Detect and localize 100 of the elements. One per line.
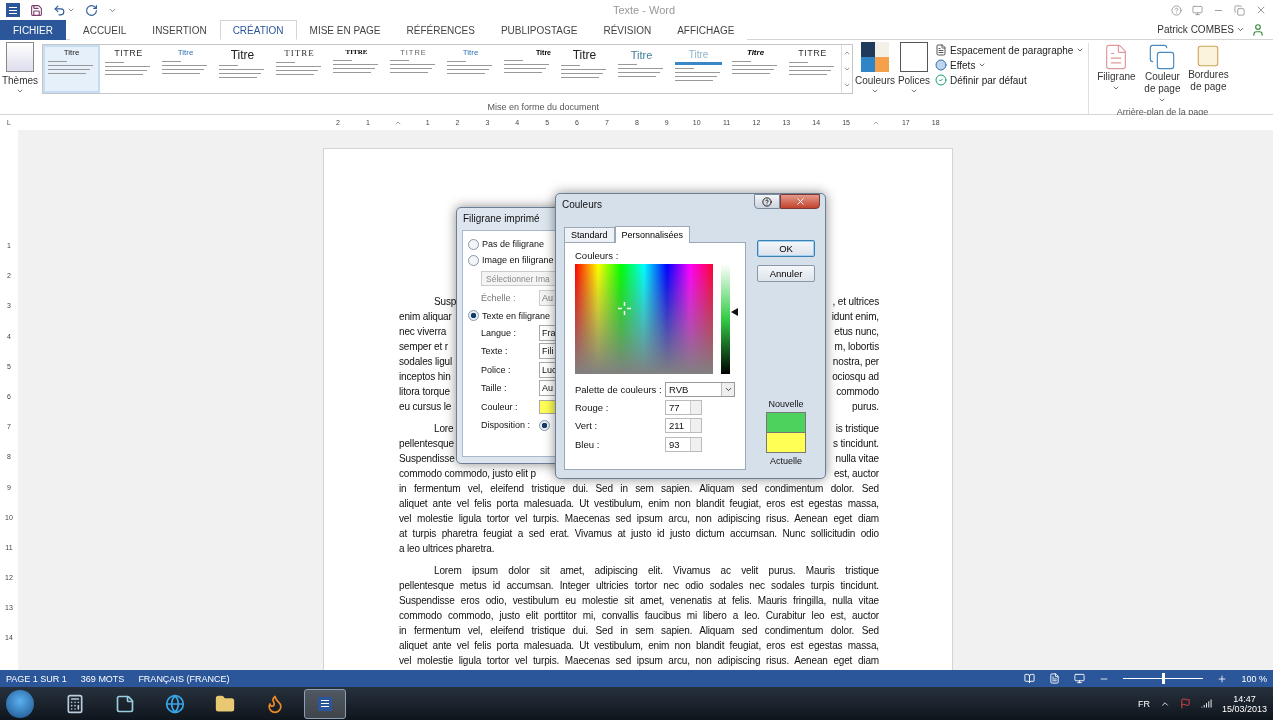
start-button[interactable] bbox=[6, 689, 34, 718]
page-background-button[interactable]: Bordures de page bbox=[1187, 43, 1230, 107]
taskbar-app-button[interactable] bbox=[304, 688, 346, 719]
slider-arrow-icon[interactable] bbox=[731, 307, 738, 316]
palette-select[interactable]: RVB bbox=[665, 382, 735, 397]
luminance-bar[interactable] bbox=[721, 264, 730, 374]
ribbon-tab[interactable]: FICHIER bbox=[0, 20, 66, 40]
radio-button[interactable] bbox=[468, 310, 479, 321]
ribbon-option-button[interactable]: Définir par défaut bbox=[935, 74, 1085, 86]
dialog-button[interactable]: Annuler bbox=[757, 265, 815, 282]
radio-label: Texte en filigrane bbox=[482, 310, 551, 321]
page-count[interactable]: PAGE 1 SUR 1 bbox=[6, 673, 67, 684]
page-background-button[interactable]: Couleur de page bbox=[1141, 43, 1184, 107]
zoom-in-icon[interactable] bbox=[1217, 673, 1228, 684]
more-icon[interactable] bbox=[843, 81, 851, 89]
radio-button[interactable] bbox=[539, 419, 550, 431]
scroll-down-icon[interactable] bbox=[843, 65, 851, 73]
color-spectrum[interactable] bbox=[575, 264, 713, 374]
new-color-label: Nouvelle bbox=[768, 399, 804, 409]
text-line: in fermentum vel, eleifend tristique dui. Sed in sem sapien. Aliquam sed condimentum dolor. Sed bbox=[399, 624, 879, 638]
text-line: aliquet ante vel felis porta malesuada. Ut vestibulum, enim non blandit feugiat, eros est egestas massa, bbox=[399, 497, 879, 511]
text-fragment: est, auctor bbox=[833, 467, 879, 481]
number-spinner[interactable]: 211 bbox=[665, 418, 702, 434]
text-fragment: commodo bbox=[836, 385, 879, 399]
dialog-title: Couleurs bbox=[561, 198, 604, 212]
word-count[interactable]: 369 MOTS bbox=[80, 673, 125, 684]
save-icon[interactable] bbox=[30, 3, 43, 17]
dialog-button[interactable]: OK bbox=[757, 240, 815, 257]
folder-icon bbox=[215, 693, 235, 714]
input-language[interactable]: FR bbox=[1137, 698, 1150, 709]
text-fragment: Lore bbox=[434, 422, 454, 436]
dialog-tab[interactable]: Personnalisées bbox=[614, 226, 691, 243]
radio-button[interactable] bbox=[468, 254, 479, 266]
circle-icon bbox=[935, 59, 947, 71]
print-layout-icon[interactable] bbox=[1049, 673, 1061, 684]
calculator-icon bbox=[65, 693, 85, 714]
field-label: Police : bbox=[481, 364, 512, 375]
network-icon[interactable] bbox=[1200, 698, 1212, 709]
text-fragment: etus nunc, bbox=[834, 325, 879, 339]
number-spinner[interactable]: 77 bbox=[665, 399, 702, 415]
radio-button[interactable] bbox=[468, 238, 479, 250]
text-fragment: purus. bbox=[852, 400, 879, 414]
zoom-level[interactable]: 100 % bbox=[1241, 673, 1267, 684]
text-fragment: enim aliquar bbox=[399, 310, 452, 324]
language-indicator[interactable]: FRANÇAIS (FRANCE) bbox=[138, 673, 230, 684]
scroll-up-icon[interactable] bbox=[843, 49, 851, 57]
web-layout-icon[interactable] bbox=[1074, 673, 1086, 684]
tab-selector[interactable]: L bbox=[0, 118, 18, 127]
account-button[interactable]: Patrick COMBES bbox=[1151, 20, 1251, 39]
text-line: at turpis pharetra feugiat a sed erat. Vivamus at justo id justo dictum accumsan. Nunc sollicitudin odio bbox=[399, 527, 879, 541]
text-fragment: Suspendisse bbox=[399, 452, 455, 466]
style-thumbnail[interactable]: Titre bbox=[43, 45, 100, 93]
note-icon bbox=[115, 693, 135, 714]
globe-icon bbox=[165, 693, 185, 714]
read-mode-icon[interactable] bbox=[1024, 673, 1036, 684]
flag-icon[interactable] bbox=[1179, 698, 1191, 709]
colors-label: Couleurs : bbox=[575, 250, 620, 261]
field-label: Échelle : bbox=[481, 293, 517, 304]
caret-icon bbox=[723, 385, 733, 394]
help-button[interactable] bbox=[754, 194, 780, 209]
text-fragment: Susp bbox=[434, 295, 457, 309]
ribbon-option-button[interactable]: Effets bbox=[935, 59, 1085, 71]
current-color-label: Actuelle bbox=[770, 456, 802, 466]
number-spinner[interactable]: 93 bbox=[665, 436, 702, 452]
ribbon-tab[interactable]: CRÉATION bbox=[219, 20, 297, 40]
field-label: Couleur : bbox=[481, 401, 519, 412]
flame-icon bbox=[265, 693, 285, 714]
caret-icon[interactable] bbox=[67, 6, 75, 14]
caret-icon bbox=[1236, 25, 1245, 34]
radio-label: Image en filigrane bbox=[482, 255, 554, 265]
text-line: Suspendisse eros odio, vestibulum eu molestie sit amet, venenatis at felis. Mauris fringilla, nulla vitae bbox=[399, 594, 879, 608]
redo-icon[interactable] bbox=[85, 3, 98, 17]
text-line: a leo ultrices pharetra. bbox=[399, 542, 496, 556]
field-label: Taille : bbox=[481, 383, 508, 394]
text-fragment: ociosqu ad bbox=[832, 370, 879, 384]
page-background-button[interactable]: Filigrane bbox=[1095, 43, 1138, 107]
colors-button[interactable]: Couleurs bbox=[857, 43, 893, 102]
themes-button[interactable]: Thèmes bbox=[2, 43, 38, 102]
clock[interactable]: 14:47 15/03/2013 bbox=[1221, 693, 1267, 714]
text-line: in fermentum vel, eleifend tristique dui. Sed in sem sapien. Aliquam sed condimentum dolor. Sed bbox=[399, 482, 879, 496]
text-line: Lorem ipsum dolor sit amet, adipiscing elit. Vivamus ac velit purus. Mauris tristique bbox=[434, 564, 879, 578]
text-fragment: is tristique bbox=[835, 422, 879, 436]
close-button[interactable] bbox=[780, 194, 820, 209]
text-fragment: litora torque bbox=[399, 385, 450, 399]
close-icon[interactable] bbox=[1255, 4, 1267, 16]
fonts-button[interactable]: Polices bbox=[897, 43, 931, 102]
channel-label: Rouge : bbox=[575, 401, 610, 413]
caret-icon bbox=[910, 87, 918, 95]
text-line: commodo commodo, justo elit porttitor mi, convallis faucibus mi libero a leo. Curabitur leo est, auctor bbox=[399, 609, 879, 623]
ribbon-option-button[interactable]: Espacement de paragraphe bbox=[935, 44, 1085, 56]
radio-label: Pas de filigrane bbox=[482, 239, 545, 249]
help-icon bbox=[762, 196, 772, 207]
undo-icon[interactable] bbox=[53, 3, 66, 17]
channel-label: Bleu : bbox=[575, 438, 601, 450]
dialog-tab[interactable]: Standard bbox=[564, 227, 615, 242]
text-fragment: sodales ligul bbox=[399, 355, 453, 369]
text-fragment: semper et r bbox=[399, 340, 448, 354]
text-fragment: commodo commodo, justo elit p bbox=[399, 467, 536, 481]
text-fragment: s tincidunt. bbox=[833, 437, 879, 451]
text-line: vel molestie ligula tortor vel turpis. Maecenas sed ipsum arcu, non adipiscing risus. Aenean eget diam bbox=[399, 654, 879, 668]
